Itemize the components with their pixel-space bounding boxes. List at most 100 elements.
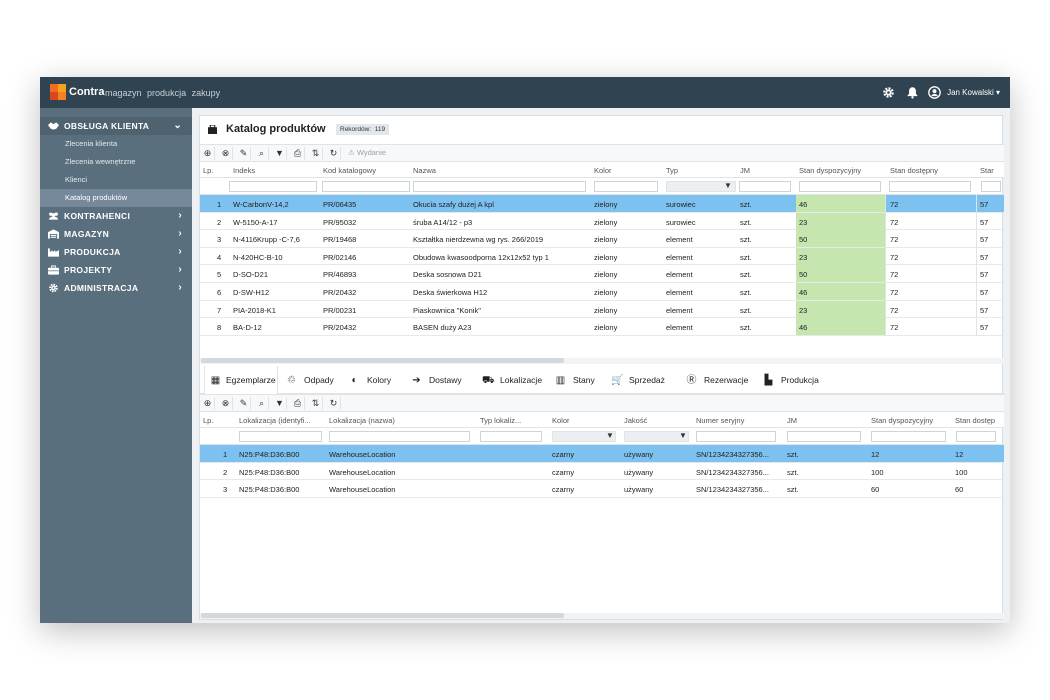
filter-input[interactable]: [329, 431, 470, 442]
filter-input[interactable]: [889, 181, 971, 192]
print-icon[interactable]: ⎙: [291, 397, 305, 410]
table-row[interactable]: 4 N-420HC-B-10 PR/02146 Obudowa kwasoodporn…: [200, 247, 1004, 266]
sort-icon[interactable]: ⇅: [309, 397, 323, 410]
filter-input[interactable]: [322, 181, 410, 192]
table-row[interactable]: 6 D-SW-H12 PR/20432 Deska świerkowa H12 ziel…: [200, 283, 1004, 301]
tab-stany[interactable]: ▥ Stany: [555, 366, 595, 394]
menu-zakupy[interactable]: zakupy: [192, 88, 221, 98]
filter-input[interactable]: [696, 431, 776, 442]
menu-produkcja[interactable]: produkcja: [147, 88, 186, 98]
column-header[interactable]: Nazwa: [413, 166, 591, 175]
table-row[interactable]: 3 N-4116Krupp -C-7,6 PR/19468 Kształtka nie…: [200, 230, 1004, 248]
column-header[interactable]: JM: [740, 166, 796, 175]
table-row[interactable]: 1 W-CarbonV-14,2 PR/06435 Okucia szafy duże…: [200, 195, 1004, 213]
edit-icon[interactable]: ✎: [237, 397, 251, 410]
sidebar-item-katalog-produktow[interactable]: Katalog produktów: [40, 189, 192, 207]
column-header[interactable]: Stan dostępny: [890, 166, 978, 175]
refresh-icon[interactable]: ↻: [327, 147, 341, 160]
search-icon[interactable]: ⌕: [255, 397, 269, 410]
column-header[interactable]: Lp.: [203, 166, 228, 175]
filter-input[interactable]: [594, 181, 658, 192]
gear-icon[interactable]: [882, 86, 895, 99]
column-header[interactable]: Typ: [666, 166, 736, 175]
sort-icon[interactable]: ⇅: [309, 147, 323, 160]
column-header[interactable]: Star: [980, 166, 1004, 175]
table-cell: szt.: [787, 450, 799, 459]
tab-odpady[interactable]: ♲ Odpady: [286, 366, 334, 394]
column-header[interactable]: Numer seryjny: [696, 416, 781, 425]
column-header[interactable]: Stan dostęp: [955, 416, 1000, 425]
tab-dostawy[interactable]: ➔ Dostawy: [411, 366, 461, 394]
column-header[interactable]: Indeks: [233, 166, 318, 175]
column-header[interactable]: Lp.: [203, 416, 233, 425]
filter-input[interactable]: [739, 181, 791, 192]
filter-input[interactable]: [787, 431, 861, 442]
column-header[interactable]: Stan dyspozycyjny: [799, 166, 887, 175]
column-header[interactable]: Typ lokaliz...: [480, 416, 548, 425]
sidebar-group-kontrahenci[interactable]: KONTRAHENCI ›: [40, 207, 192, 225]
column-header[interactable]: JM: [787, 416, 865, 425]
table-row[interactable]: 1 N25:P48:D36:B00 WarehouseLocation czarny u…: [200, 445, 1004, 463]
filter-input[interactable]: [239, 431, 322, 442]
filter-input[interactable]: [981, 181, 1001, 192]
table-row[interactable]: 8 BA-D-12 PR/20432 BASEN duży A23 zielony ele…: [200, 318, 1004, 336]
user-avatar-icon[interactable]: [928, 86, 941, 99]
table-row[interactable]: 2 W-5150-A-17 PR/95032 śruba A14/12 - p3 zie…: [200, 212, 1004, 231]
filter-input[interactable]: [229, 181, 317, 192]
delete-icon[interactable]: ⊗: [219, 147, 233, 160]
refresh-icon[interactable]: ↻: [327, 397, 341, 410]
add-icon[interactable]: ⊕: [201, 397, 215, 410]
column-header[interactable]: Lokalizacja (nazwa): [329, 416, 474, 425]
user-menu[interactable]: Jan Kowalski ▾: [947, 88, 1000, 97]
filter-icon[interactable]: ▼: [273, 147, 287, 160]
tab-sprzeda[interactable]: 🛒 Sprzedaż: [611, 366, 665, 394]
print-icon[interactable]: ⎙: [291, 147, 305, 160]
sidebar-item-klienci[interactable]: Klienci: [40, 171, 192, 189]
table-row[interactable]: 3 N25:P48:D36:B00 WarehouseLocation czarny u…: [200, 480, 1004, 498]
filter-input[interactable]: [413, 181, 586, 192]
filter-icon[interactable]: ▼: [724, 181, 732, 190]
table-row[interactable]: 5 D-SO-D21 PR/46893 Deska sosnowa D21 zielon…: [200, 265, 1004, 283]
filter-input[interactable]: [799, 181, 881, 192]
column-header[interactable]: Kod katalogowy: [323, 166, 408, 175]
column-header[interactable]: Jakość: [624, 416, 690, 425]
search-icon[interactable]: ⌕: [255, 147, 269, 160]
filter-input[interactable]: [480, 431, 542, 442]
table-row[interactable]: 2 N25:P48:D36:B00 WarehouseLocation czarny u…: [200, 463, 1004, 481]
filter-input[interactable]: [956, 431, 996, 442]
column-header[interactable]: Kolor: [594, 166, 662, 175]
sidebar-group-produkcja[interactable]: PRODUKCJA ›: [40, 243, 192, 261]
products-scrollbar-track[interactable]: [200, 358, 1004, 364]
column-header[interactable]: Stan dyspozycyjny: [871, 416, 951, 425]
tab-egzemplarze[interactable]: ▦ Egzemplarze: [204, 366, 278, 394]
delete-icon[interactable]: ⊗: [219, 397, 233, 410]
sidebar-item-zlecenia-wewnetrzne[interactable]: Zlecenia wewnętrzne: [40, 153, 192, 171]
filter-icon[interactable]: ▼: [606, 431, 614, 440]
column-header[interactable]: Lokalizacja (identyfi...: [239, 416, 324, 425]
table-row[interactable]: 7 PIA-2018-K1 PR/00231 Piaskownica "Konik" z…: [200, 300, 1004, 319]
filter-input[interactable]: [871, 431, 946, 442]
sidebar-item-zlecenia-klienta[interactable]: Zlecenia klienta: [40, 135, 192, 153]
wydanie-button[interactable]: ⚠ Wydanie: [348, 148, 386, 157]
column-header[interactable]: Kolor: [552, 416, 618, 425]
chevron-right-icon: ›: [178, 264, 182, 275]
items-scrollbar-thumb[interactable]: [201, 613, 564, 618]
add-icon[interactable]: ⊕: [201, 147, 215, 160]
products-scrollbar-thumb[interactable]: [201, 358, 564, 363]
filter-icon[interactable]: ▼: [679, 431, 687, 440]
menu-magazyn[interactable]: magazyn: [105, 88, 142, 98]
tab-lokalizacje[interactable]: ⛟ Lokalizacje: [482, 366, 542, 394]
sidebar-group-magazyn[interactable]: MAGAZYN ›: [40, 225, 192, 243]
items-scrollbar-track[interactable]: [200, 613, 1004, 619]
tab-kolory[interactable]: ◐ Kolory: [349, 366, 391, 394]
edit-icon[interactable]: ✎: [237, 147, 251, 160]
sidebar-group-projekty[interactable]: PROJEKTY ›: [40, 261, 192, 279]
table-cell: WarehouseLocation: [329, 485, 396, 495]
sidebar-group-administracja[interactable]: ADMINISTRACJA ›: [40, 279, 192, 297]
sidebar-group-obsluga-klienta[interactable]: OBSŁUGA KLIENTA ⌄: [40, 117, 192, 135]
tab-rezerwacje[interactable]: Ⓡ Rezerwacje: [686, 366, 749, 394]
bell-icon[interactable]: [906, 86, 919, 99]
filter-icon[interactable]: ▼: [273, 397, 287, 410]
tab-label: Odpady: [304, 375, 334, 385]
tab-produkcja[interactable]: ▙ Produkcja: [763, 366, 819, 394]
